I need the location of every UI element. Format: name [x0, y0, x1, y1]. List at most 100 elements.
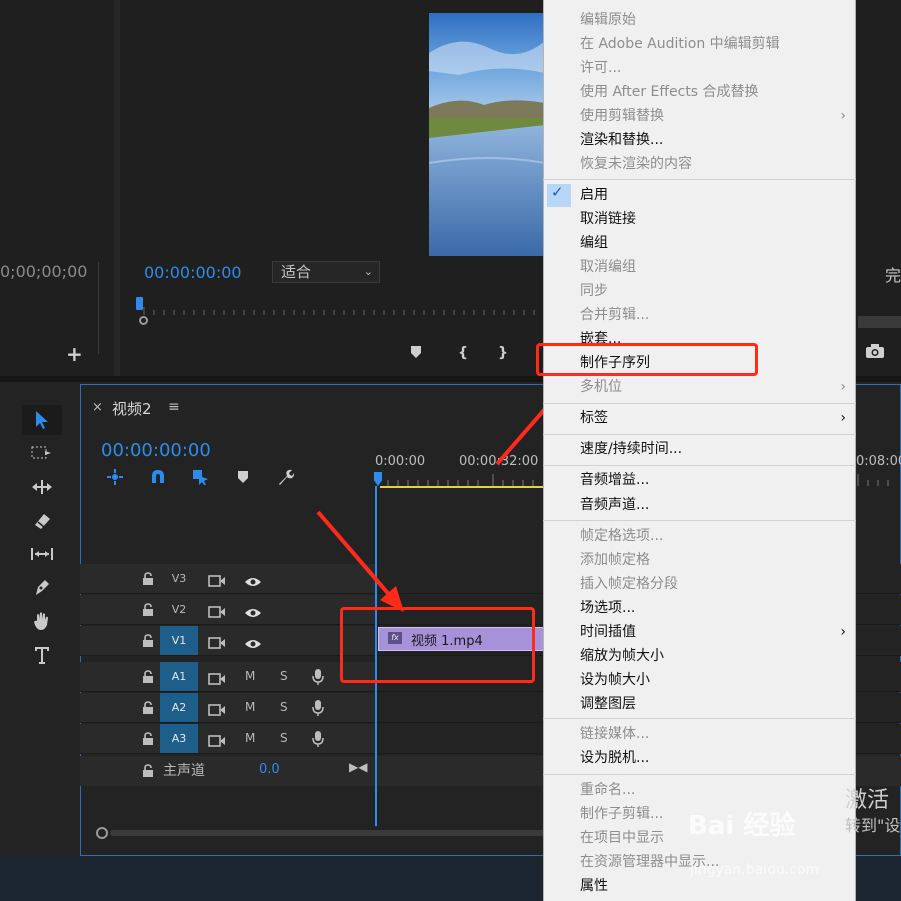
linked-selection-button[interactable] [189, 466, 211, 488]
add-marker-button[interactable] [232, 466, 254, 488]
track-name[interactable]: A3 [160, 724, 198, 753]
microphone-icon[interactable] [312, 699, 324, 721]
menu-item[interactable]: 帧定格选项... [543, 524, 856, 548]
program-timecode[interactable]: 00:00:00:00 [144, 263, 242, 282]
snap-button[interactable] [147, 466, 169, 488]
mute-button[interactable]: M [245, 731, 255, 745]
track-name[interactable]: A1 [160, 662, 198, 691]
menu-item[interactable]: 场选项... [543, 596, 856, 620]
selection-tool[interactable] [22, 405, 62, 435]
menu-item[interactable]: 设为脱机... [543, 746, 856, 770]
microphone-icon[interactable] [312, 730, 324, 752]
menu-item[interactable]: 音频增益... [543, 468, 856, 492]
mute-button[interactable]: M [245, 700, 255, 714]
track-name[interactable]: V2 [160, 595, 198, 624]
sync-lock-icon[interactable] [208, 670, 226, 689]
track-name[interactable]: A2 [160, 693, 198, 722]
lock-icon[interactable] [142, 571, 154, 590]
menu-item[interactable]: 恢复未渲染的内容 [543, 152, 856, 176]
menu-item[interactable]: 在 Adobe Audition 中编辑剪辑 [543, 32, 856, 56]
eye-icon[interactable] [244, 573, 262, 592]
zoom-scroll-handle[interactable] [139, 316, 148, 325]
timeline-scrollbar[interactable] [110, 830, 550, 836]
menu-item[interactable]: 使用剪辑替换 › [543, 104, 856, 128]
eye-icon[interactable] [244, 635, 262, 654]
lock-icon[interactable] [142, 633, 154, 652]
menu-separator [543, 774, 856, 775]
go-to-edit-icon[interactable]: ▶◀ [349, 760, 367, 774]
lock-icon[interactable] [142, 763, 154, 782]
track-select-tool[interactable] [22, 438, 62, 468]
microphone-icon[interactable] [312, 668, 324, 690]
mark-in-button[interactable]: { [458, 345, 468, 361]
mark-out-button[interactable]: } [498, 345, 508, 361]
fit-select[interactable]: 适合 ⌄ [272, 261, 380, 283]
menu-item[interactable]: 缩放为帧大小 [543, 644, 856, 668]
ripple-edit-tool[interactable] [22, 472, 62, 502]
razor-tool[interactable] [22, 506, 62, 536]
track-name[interactable]: V3 [160, 564, 198, 593]
sync-lock-icon[interactable] [208, 732, 226, 751]
chevron-right-icon: › [840, 410, 846, 426]
timeline-timecode[interactable]: 00:00:00:00 [101, 440, 211, 461]
solo-button[interactable]: S [280, 669, 288, 683]
panel-menu-icon[interactable]: ≡ [168, 399, 180, 415]
timeline-zoom-handle[interactable] [96, 827, 108, 839]
pen-tool[interactable] [22, 573, 62, 603]
menu-item-label: 场选项... [580, 600, 636, 616]
menu-item[interactable]: 许可... [543, 56, 856, 80]
track-name[interactable]: V1 [160, 626, 198, 655]
menu-item[interactable]: 调整图层 [543, 692, 856, 716]
menu-item[interactable]: 同步 [543, 279, 856, 303]
add-marker-button[interactable] [410, 345, 422, 363]
hand-tool[interactable] [22, 606, 62, 636]
sync-lock-icon[interactable] [208, 701, 226, 720]
sync-lock-icon[interactable] [208, 603, 226, 622]
timeline-settings-button[interactable] [275, 466, 297, 488]
type-tool[interactable] [22, 640, 62, 670]
menu-item[interactable]: 渲染和替换... [543, 128, 856, 152]
lock-icon[interactable] [142, 700, 154, 719]
menu-item[interactable]: 编组 [543, 231, 856, 255]
menu-item[interactable]: 音频声道... [543, 493, 856, 517]
lock-icon[interactable] [142, 731, 154, 750]
menu-item[interactable]: 添加帧定格 [543, 548, 856, 572]
menu-item[interactable]: 使用 After Effects 合成替换 [543, 80, 856, 104]
menu-item[interactable]: 取消编组 [543, 255, 856, 279]
slip-tool[interactable] [22, 539, 62, 569]
sequence-tab-title[interactable]: 视频2 [112, 398, 152, 419]
menu-item[interactable]: 编辑原始 [543, 8, 856, 32]
menu-item[interactable]: 插入帧定格分段 [543, 572, 856, 596]
add-button[interactable]: + [66, 342, 83, 366]
program-playhead[interactable] [136, 297, 143, 310]
sync-lock-icon[interactable] [208, 634, 226, 653]
sync-lock-icon[interactable] [208, 572, 226, 591]
menu-item[interactable]: 标签 › [543, 406, 856, 430]
timeline-toolbar [102, 466, 302, 490]
program-time-ruler[interactable] [140, 305, 550, 315]
program-video-frame [429, 13, 545, 256]
menu-item[interactable]: 时间插值 › [543, 620, 856, 644]
menu-item[interactable]: 速度/持续时间... [543, 437, 856, 461]
master-volume-value[interactable]: 0.0 [259, 762, 280, 777]
menu-item[interactable]: 设为帧大小 [543, 668, 856, 692]
menu-item[interactable]: 链接媒体... [543, 722, 856, 746]
solo-button[interactable]: S [280, 731, 288, 745]
mute-button[interactable]: M [245, 669, 255, 683]
menu-item[interactable]: 启用 [543, 183, 856, 207]
close-icon[interactable]: × [92, 400, 103, 415]
solo-button[interactable]: S [280, 700, 288, 714]
resolution-select[interactable]: 完 [885, 262, 901, 286]
menu-item[interactable]: 取消链接 [543, 207, 856, 231]
chevron-down-icon: ⌄ [363, 265, 373, 278]
export-frame-button[interactable] [865, 343, 885, 363]
menu-item[interactable]: 多机位 › [543, 375, 856, 399]
zoom-scroll-bar[interactable] [858, 316, 901, 328]
menu-item[interactable]: 合并剪辑... [543, 303, 856, 327]
work-area-bar[interactable] [380, 486, 545, 488]
lock-icon[interactable] [142, 669, 154, 688]
lock-icon[interactable] [142, 602, 154, 621]
eye-icon[interactable] [244, 604, 262, 623]
menu-item[interactable]: 重命名... [543, 778, 856, 802]
nest-toggle-button[interactable] [104, 466, 126, 488]
